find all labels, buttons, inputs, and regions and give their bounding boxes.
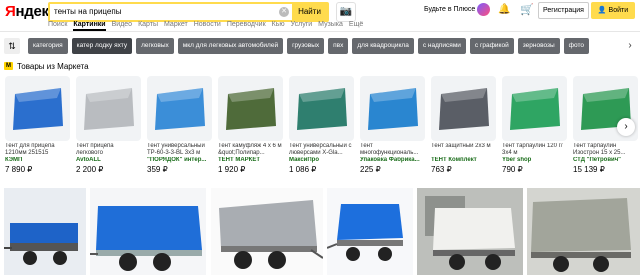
query-suggestions: категория катер лодку яхту легковых мкл для… [28,38,589,54]
tab-item[interactable]: Кью [272,21,285,28]
product-shop[interactable]: ТЕНТ МАРКЕТ [218,157,283,163]
login-label: Войти [608,7,629,14]
product-price: 225 ₽ [360,165,381,174]
product-card[interactable]: Тент защитный 2х3 м ТЕНТ Комплект 763 ₽ [431,76,496,176]
product-image[interactable] [360,76,425,141]
login-button[interactable]: 👤 Войти [591,2,635,19]
product-shop[interactable]: AvtoALL [76,157,141,163]
product-image[interactable] [431,76,496,141]
search-input[interactable] [54,5,274,18]
suggestion-chip[interactable]: с графикой [469,38,514,54]
tab-item[interactable]: Музыка [318,21,343,28]
product-image[interactable] [218,76,283,141]
search-box: ✕ Найти [48,2,329,22]
product-image[interactable] [502,76,567,141]
product-shop[interactable]: Yber shop [502,157,567,163]
product-price: 1 086 ₽ [289,165,317,174]
suggestion-chip[interactable]: мкл для легковых автомобилей [177,38,284,54]
image-result[interactable] [211,188,323,275]
tab-item[interactable]: Новости [194,21,221,28]
suggestion-chip[interactable]: пвх [328,38,349,54]
product-price: 763 ₽ [431,165,452,174]
bell-icon[interactable]: 🔔 [498,4,510,15]
tab-item[interactable]: Услуги [291,21,313,28]
chevron-right-icon[interactable]: › [617,118,635,136]
plus-promo-link[interactable]: Будьте в Плюсе [424,6,475,13]
clear-icon[interactable]: ✕ [279,7,289,17]
service-tabs: Поиск Картинки Видео Карты Маркет Новости Пере… [48,21,369,31]
filter-icon[interactable]: ⇅ [4,38,20,54]
suggestion-chip[interactable]: категория [28,38,68,54]
product-card[interactable]: Тент прицепа легкового AvtoALL 2 200 ₽ [76,76,141,176]
tabs-divider [0,31,640,32]
product-price: 2 200 ₽ [76,165,104,174]
image-result[interactable] [4,188,86,275]
product-image[interactable] [5,76,70,141]
product-price: 1 920 ₽ [218,165,246,174]
product-image[interactable] [76,76,141,141]
product-card[interactable]: Тент универсальный с люверсами X-Gla... М… [289,76,354,176]
suggestion-chip[interactable]: с надписями [417,38,466,54]
product-card[interactable]: Тент тарпаулин 120 г/ 3х4 м Yber shop 790 … [502,76,567,176]
suggestion-chip[interactable]: катер лодку яхту [71,38,133,54]
suggestion-chip[interactable]: легковых [136,38,174,54]
product-price: 15 139 ₽ [573,165,605,174]
product-shop[interactable]: "ПОРЯДОК" интер... [147,157,212,163]
register-button[interactable]: Регистрация [538,2,589,19]
market-title: Товары из Маркета [17,62,89,71]
product-card[interactable]: Тент многофункциональ... Упаковка Фабрика… [360,76,425,176]
product-shop[interactable]: СТД "Петрович" [573,157,638,163]
product-shop[interactable]: Упаковка Фабрика... [360,157,425,163]
tab-item[interactable]: Маркет [164,21,188,28]
product-card[interactable]: Тент камуфляж 4 х 6 м &quot;Полипар... ТЕ… [218,76,283,176]
chevron-right-icon[interactable]: › [621,37,639,55]
camera-icon[interactable]: 📷 [336,2,356,22]
suggestion-chip[interactable]: для квадроцикла [352,38,414,54]
plus-icon[interactable] [477,3,490,16]
suggestion-chip[interactable]: зерновозы [517,38,560,54]
tab-item[interactable]: Картинки [73,21,106,31]
tab-item[interactable]: Переводчик [227,21,266,28]
cart-icon[interactable]: 🛒 [520,3,534,16]
tab-item[interactable]: Поиск [48,21,67,28]
image-result[interactable] [90,188,206,275]
image-result[interactable] [527,188,640,275]
image-result[interactable] [417,188,523,275]
product-card[interactable]: Тент универсальный ТР-60-3-3-BL 3x3 м "ПО… [147,76,212,176]
product-shop[interactable]: МаксиПро [289,157,354,163]
user-icon: 👤 [597,7,607,14]
find-button[interactable]: Найти [292,4,327,20]
product-price: 359 ₽ [147,165,168,174]
product-image[interactable] [289,76,354,141]
tab-item[interactable]: Ещё [349,21,363,28]
product-price: 7 890 ₽ [5,165,33,174]
product-shop[interactable]: КЭМП [5,157,70,163]
product-image[interactable] [147,76,212,141]
tab-item[interactable]: Видео [112,21,132,28]
product-shop[interactable]: ТЕНТ Комплект [431,157,496,163]
product-card[interactable]: Тент для прицепа 1210мм 251515 КЭМП 7 890 … [5,76,70,176]
market-icon: M [4,62,13,70]
suggestion-chip[interactable]: фото [563,38,589,54]
tab-item[interactable]: Карты [138,21,158,28]
image-result[interactable] [327,188,413,275]
suggestion-chip[interactable]: грузовых [287,38,325,54]
product-price: 790 ₽ [502,165,523,174]
